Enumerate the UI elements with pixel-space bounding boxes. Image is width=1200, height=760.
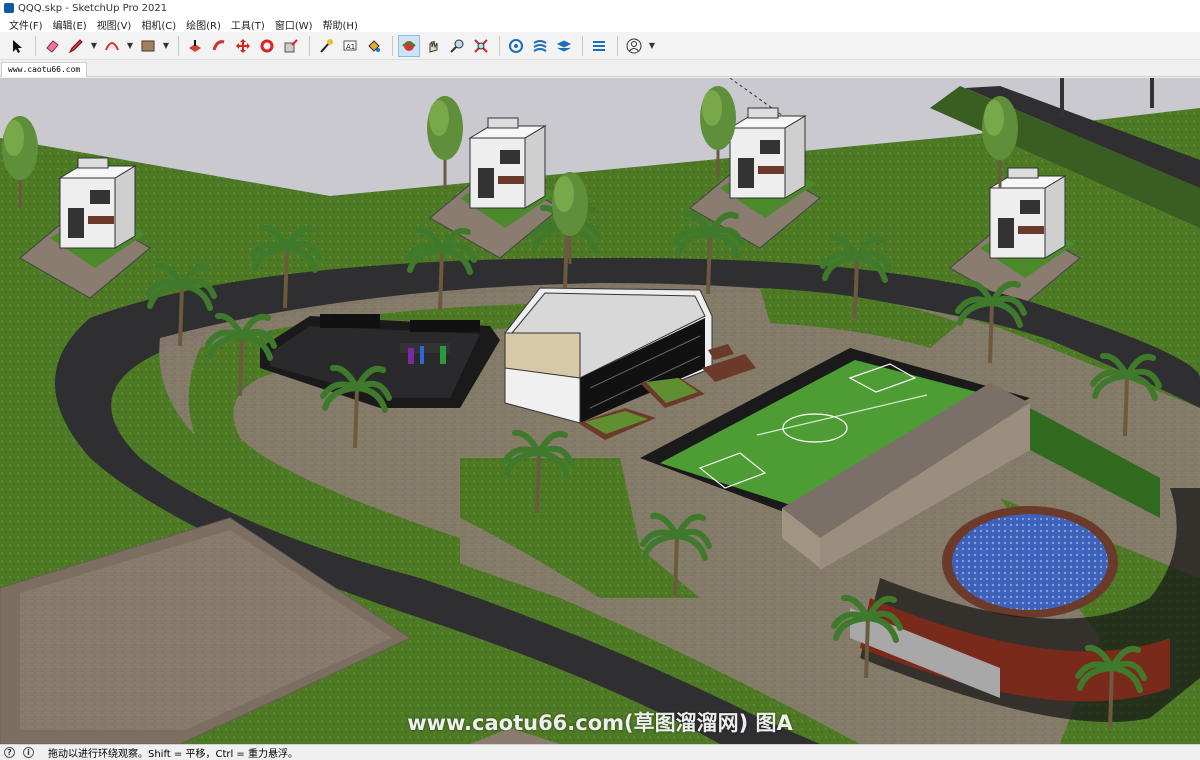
layers-icon[interactable]	[553, 35, 575, 57]
zoom-icon[interactable]	[446, 35, 468, 57]
account-icon[interactable]	[623, 35, 645, 57]
toolbar-separator	[309, 35, 310, 56]
info-icon[interactable]: i	[23, 747, 34, 758]
pencil-icon[interactable]	[65, 35, 87, 57]
scene-tab-bar: www.caotu66.com	[0, 60, 1200, 77]
menu-camera[interactable]: 相机(C)	[136, 17, 181, 32]
move-icon[interactable]	[232, 35, 254, 57]
scene-tab[interactable]: www.caotu66.com	[1, 62, 88, 77]
toolbar-separator	[499, 35, 500, 56]
paint-bucket-icon[interactable]	[363, 35, 385, 57]
menu-help[interactable]: 帮助(H)	[318, 17, 363, 32]
text-icon[interactable]: A1	[339, 35, 361, 57]
title-bar: QQQ.skp - SketchUp Pro 2021	[0, 0, 1200, 16]
scale-icon[interactable]	[280, 35, 302, 57]
toolbar-separator	[35, 35, 36, 56]
eraser-icon[interactable]	[41, 35, 63, 57]
chevron-down-icon[interactable]: ▼	[125, 35, 135, 57]
rectangle-icon[interactable]	[137, 35, 159, 57]
orbit-icon[interactable]	[398, 34, 420, 57]
menu-edit[interactable]: 编辑(E)	[48, 17, 92, 32]
chevron-down-icon[interactable]: ▼	[161, 35, 171, 57]
main-toolbar: ▼ ▼ ▼ A1 ▼	[0, 32, 1200, 60]
status-text: 拖动以进行环绕观察。Shift = 平移，Ctrl = 重力悬浮。	[48, 749, 298, 760]
svg-text:A1: A1	[346, 43, 355, 51]
menu-draw[interactable]: 绘图(R)	[181, 17, 226, 32]
pan-icon[interactable]	[422, 35, 444, 57]
push-pull-icon[interactable]	[184, 35, 206, 57]
menu-tools[interactable]: 工具(T)	[226, 17, 270, 32]
menu-file[interactable]: 文件(F)	[4, 17, 48, 32]
status-bar: ? i 拖动以进行环绕观察。Shift = 平移，Ctrl = 重力悬浮。	[0, 744, 1200, 760]
toolbar-separator	[178, 35, 179, 56]
extension-icon[interactable]	[529, 35, 551, 57]
toolbar-separator	[617, 35, 618, 56]
toolbar-separator	[392, 35, 393, 56]
site-model-render	[0, 78, 1200, 744]
menu-view[interactable]: 视图(V)	[92, 17, 137, 32]
sandbox-icon[interactable]	[588, 35, 610, 57]
zoom-extents-icon[interactable]	[470, 35, 492, 57]
menu-bar: 文件(F) 编辑(E) 视图(V) 相机(C) 绘图(R) 工具(T) 窗口(W…	[0, 16, 1200, 32]
rotate-icon[interactable]	[256, 35, 278, 57]
follow-me-icon[interactable]	[208, 35, 230, 57]
chevron-down-icon[interactable]: ▼	[647, 35, 657, 57]
menu-window[interactable]: 窗口(W)	[270, 17, 318, 32]
tape-measure-icon[interactable]	[315, 35, 337, 57]
window-title: QQQ.skp - SketchUp Pro 2021	[18, 2, 168, 14]
geo-icon[interactable]: ?	[4, 747, 15, 758]
arc-icon[interactable]	[101, 35, 123, 57]
toolbar-separator	[582, 35, 583, 56]
components-icon[interactable]	[505, 35, 527, 57]
model-viewport[interactable]: www.caotu66.com(草图溜溜网) 图A	[0, 78, 1200, 744]
select-icon[interactable]	[6, 35, 28, 57]
chevron-down-icon[interactable]: ▼	[89, 35, 99, 57]
sketchup-icon	[4, 3, 14, 13]
